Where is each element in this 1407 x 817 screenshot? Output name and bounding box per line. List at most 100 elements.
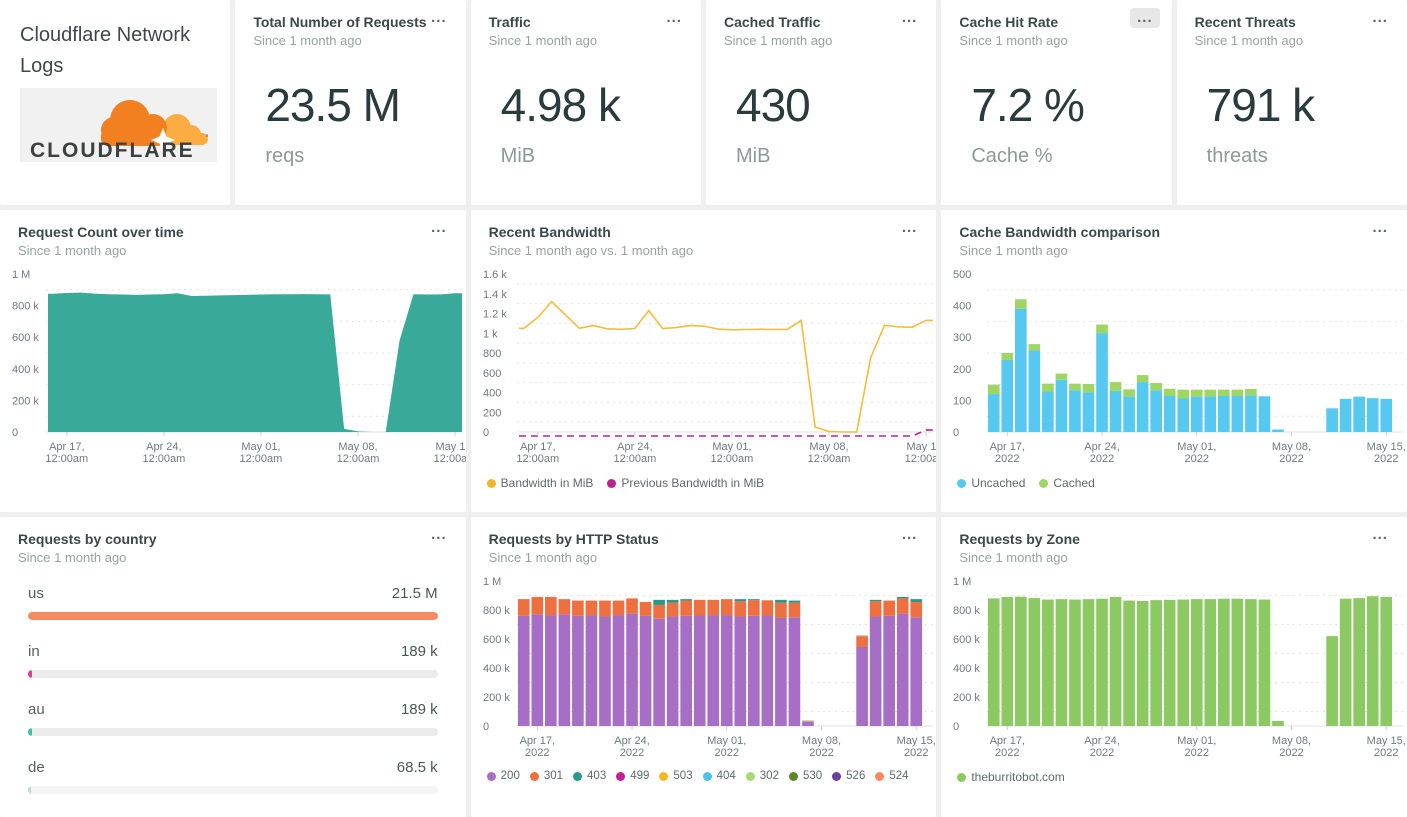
legend-item-301[interactable]: 301 bbox=[529, 770, 563, 782]
card-title: Cache Hit Rate bbox=[959, 14, 1059, 30]
legend-item-302[interactable]: 302 bbox=[745, 770, 779, 782]
legend-item-Previous Bandwidth in MiB[interactable]: Previous Bandwidth in MiB bbox=[607, 476, 764, 490]
panel-title: Requests by HTTP Status bbox=[488, 531, 659, 547]
panel-menu-icon[interactable]: ... bbox=[895, 218, 925, 238]
country-bar-fill bbox=[28, 786, 31, 794]
svg-text:12:00am: 12:00am bbox=[45, 453, 88, 465]
stat-unit: MiB bbox=[500, 145, 536, 167]
status-legend: 200 301 403 499 503 404 302 530 526 524 bbox=[486, 770, 937, 782]
http-status-chart[interactable]: 1 M 800 k 600 k 400 k 200 k 0 Apr 17, 2022 Apr 2… bbox=[471, 573, 937, 768]
country-value: 189 k bbox=[400, 643, 438, 660]
zone-chart[interactable]: 1 M 800 k 600 k 400 k 200 k 0 Apr 17, 2022 Apr 2… bbox=[941, 573, 1407, 768]
cloudflare-logo-image: CLOUDFLARE ' bbox=[20, 88, 217, 162]
legend-item-Bandwidth in MiB[interactable]: Bandwidth in MiB bbox=[486, 476, 593, 490]
card-subtitle: Since 1 month ago bbox=[959, 33, 1068, 48]
panel-menu-icon[interactable]: ... bbox=[1365, 525, 1395, 545]
svg-text:0: 0 bbox=[953, 427, 959, 439]
recent-bandwidth-chart[interactable]: 1.6 k 1.4 k 1.2 k1 k 800 600 400 200 0 Apr 17, 12… bbox=[471, 266, 937, 474]
svg-text:12:00am: 12:00am bbox=[240, 453, 283, 465]
svg-text:400: 400 bbox=[483, 388, 501, 400]
legend-label: Uncached bbox=[971, 476, 1026, 490]
legend-dot bbox=[788, 771, 798, 781]
legend-item-Cached[interactable]: Cached bbox=[1039, 476, 1095, 490]
svg-text:2022: 2022 bbox=[714, 747, 738, 759]
legend-dot bbox=[957, 478, 967, 488]
svg-text:200: 200 bbox=[483, 407, 501, 419]
panel-menu-icon[interactable]: ... bbox=[1365, 218, 1395, 238]
card-subtitle: Since 1 month ago bbox=[1194, 33, 1304, 48]
svg-text:200 k: 200 k bbox=[953, 692, 980, 704]
svg-text:1 M: 1 M bbox=[483, 576, 501, 588]
svg-text:800 k: 800 k bbox=[953, 605, 980, 617]
legend-item-200[interactable]: 200 bbox=[486, 770, 520, 782]
cache-bandwidth-chart[interactable]: 500 400 300 200 100 0 Apr 17, 2022 Apr 24, 2022 Ma… bbox=[941, 266, 1407, 474]
dashboard-title: Cloudflare Network Logs bbox=[20, 24, 191, 77]
svg-text:May 15,: May 15, bbox=[896, 735, 935, 747]
svg-text:0: 0 bbox=[12, 427, 18, 439]
svg-text:1 k: 1 k bbox=[483, 328, 498, 340]
svg-text:Apr 24,: Apr 24, bbox=[1085, 441, 1120, 453]
legend-dot bbox=[529, 771, 539, 781]
svg-text:May 01,: May 01, bbox=[707, 735, 746, 747]
legend-label: 503 bbox=[673, 770, 693, 782]
card-menu-icon[interactable]: ... bbox=[895, 8, 925, 28]
legend-item-Uncached[interactable]: Uncached bbox=[957, 476, 1025, 490]
svg-text:May 08,: May 08, bbox=[1272, 735, 1311, 747]
svg-text:May 01,: May 01, bbox=[1178, 441, 1217, 453]
svg-text:1.4 k: 1.4 k bbox=[483, 289, 507, 301]
legend-dot bbox=[659, 771, 669, 781]
legend-label: 526 bbox=[846, 770, 866, 782]
legend-item-526[interactable]: 526 bbox=[832, 770, 865, 782]
svg-text:200 k: 200 k bbox=[12, 395, 39, 407]
card-title: Cached Traffic bbox=[723, 14, 821, 30]
svg-text:1 M: 1 M bbox=[953, 576, 971, 588]
svg-text:2022: 2022 bbox=[995, 453, 1019, 465]
legend-dot bbox=[607, 478, 617, 488]
svg-text:': ' bbox=[206, 133, 208, 145]
legend-item-theburritobot.com[interactable]: theburritobot.com bbox=[957, 770, 1065, 784]
card-title: Total Number of Requests bbox=[253, 14, 427, 30]
svg-text:May 01,: May 01, bbox=[241, 441, 280, 453]
country-label: de bbox=[28, 759, 45, 776]
legend-label: 404 bbox=[716, 770, 736, 782]
card-menu-icon[interactable]: ... bbox=[1365, 8, 1395, 28]
country-value: 189 k bbox=[400, 701, 438, 718]
svg-text:200: 200 bbox=[953, 364, 971, 376]
legend-dot bbox=[875, 771, 885, 781]
country-bar-fill bbox=[28, 612, 438, 620]
panel-menu-icon[interactable]: ... bbox=[424, 525, 454, 545]
svg-text:200 k: 200 k bbox=[483, 692, 510, 704]
legend-item-530[interactable]: 530 bbox=[788, 770, 822, 782]
country-row-us: us 21.5 M bbox=[28, 585, 438, 620]
legend-item-503[interactable]: 503 bbox=[659, 770, 693, 782]
card-menu-icon[interactable]: ... bbox=[424, 8, 454, 28]
legend-label: Cached bbox=[1053, 476, 1095, 490]
svg-text:Apr 17,: Apr 17, bbox=[990, 735, 1025, 747]
svg-text:600 k: 600 k bbox=[953, 634, 980, 646]
panel-menu-icon[interactable]: ... bbox=[424, 218, 454, 238]
card-menu-icon[interactable]: ... bbox=[1130, 8, 1160, 28]
panel-menu-icon[interactable]: ... bbox=[895, 525, 925, 545]
request-count-chart[interactable]: 1 M 800 k 600 k 400 k 200 k 0 Apr 17, 12:00am Ap… bbox=[0, 266, 466, 474]
stat-value: 430 bbox=[735, 79, 811, 131]
stat-value: 23.5 M bbox=[265, 79, 401, 131]
panel-subtitle: Since 1 month ago bbox=[488, 550, 598, 565]
header-card: Cloudflare Network Logs CLOUDFLARE ' bbox=[0, 0, 231, 205]
legend-dot bbox=[702, 771, 712, 781]
legend-item-524[interactable]: 524 bbox=[875, 770, 909, 782]
card-menu-icon[interactable]: ... bbox=[659, 8, 689, 28]
panel-requests-by-zone: Requests by Zone Since 1 month ago ... 1… bbox=[941, 517, 1407, 817]
panel-request-count: Request Count over time Since 1 month ag… bbox=[0, 210, 466, 512]
svg-text:2022: 2022 bbox=[525, 747, 549, 759]
country-bar-track bbox=[28, 612, 438, 620]
legend-label: 524 bbox=[889, 770, 909, 782]
legend-item-404[interactable]: 404 bbox=[702, 770, 736, 782]
svg-text:2022: 2022 bbox=[1280, 453, 1304, 465]
legend-item-499[interactable]: 499 bbox=[616, 770, 649, 782]
stat-unit: threats bbox=[1206, 145, 1268, 167]
svg-text:2022: 2022 bbox=[1090, 453, 1114, 465]
panel-requests-by-status: Requests by HTTP Status Since 1 month ag… bbox=[470, 517, 937, 817]
svg-text:May 01,: May 01, bbox=[712, 441, 751, 453]
legend-item-403[interactable]: 403 bbox=[573, 770, 606, 782]
country-value: 21.5 M bbox=[391, 585, 438, 602]
